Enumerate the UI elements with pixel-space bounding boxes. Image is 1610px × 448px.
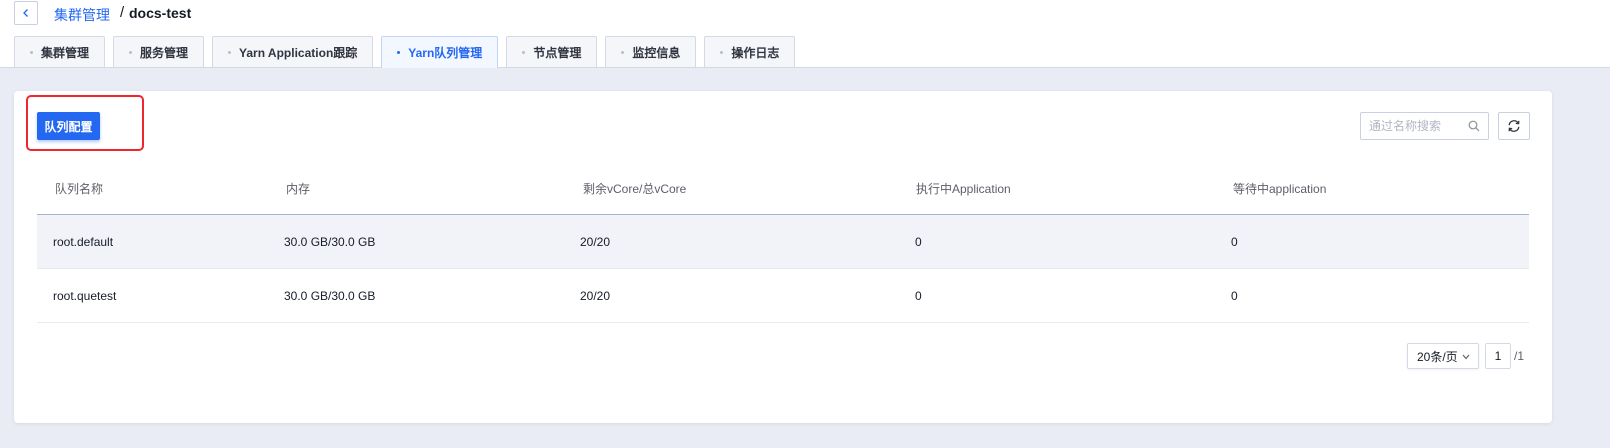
page-size-value: 20条/页 <box>1417 349 1458 364</box>
page-size-select[interactable]: 20条/页 <box>1407 343 1479 369</box>
tab-dot-icon <box>397 51 401 54</box>
tab-cluster-management[interactable]: 集群管理 <box>14 36 106 67</box>
cell-pending-apps: 0 <box>1231 289 1238 303</box>
chevron-left-icon <box>23 9 28 17</box>
queue-config-button[interactable]: 队列配置 <box>37 112 100 140</box>
table-row[interactable]: root.quetest 30.0 GB/30.0 GB 20/20 0 0 <box>37 269 1529 323</box>
cell-vcore: 20/20 <box>580 235 611 249</box>
tab-service-management[interactable]: 服务管理 <box>113 36 205 67</box>
tab-dot-icon <box>522 50 526 54</box>
refresh-icon <box>1508 120 1520 132</box>
tab-yarn-application-tracking[interactable]: Yarn Application跟踪 <box>212 36 374 67</box>
cell-queue-name: root.quetest <box>53 289 117 303</box>
tab-label: 集群管理 <box>41 45 90 60</box>
column-header-running-apps: 执行中Application <box>916 182 1011 196</box>
breadcrumb-separator: / <box>120 4 125 21</box>
tab-monitoring-info[interactable]: 监控信息 <box>605 36 697 67</box>
tab-dot-icon <box>720 50 724 54</box>
search-box <box>1360 112 1489 140</box>
tab-dot-icon <box>621 50 625 54</box>
tab-label: 监控信息 <box>632 45 681 60</box>
tab-node-management[interactable]: 节点管理 <box>506 36 598 67</box>
cell-queue-name: root.default <box>53 235 114 249</box>
tab-label: Yarn Application跟踪 <box>239 45 358 60</box>
breadcrumb-cluster-management[interactable]: 集群管理 <box>54 5 110 25</box>
search-input[interactable] <box>1361 113 1465 139</box>
tab-yarn-queue-management[interactable]: Yarn队列管理 <box>381 36 499 68</box>
table-row[interactable]: root.default 30.0 GB/30.0 GB 20/20 0 0 <box>37 215 1529 269</box>
chevron-down-icon <box>1462 354 1470 360</box>
cell-memory: 30.0 GB/30.0 GB <box>284 289 376 303</box>
tab-dot-icon <box>228 50 232 54</box>
column-header-queue-name: 队列名称 <box>55 182 104 196</box>
column-header-vcore: 剩余vCore/总vCore <box>583 182 687 196</box>
tab-label: Yarn队列管理 <box>408 46 483 60</box>
cell-vcore: 20/20 <box>580 289 611 303</box>
queue-table: 队列名称 内存 剩余vCore/总vCore 执行中Application 等待… <box>37 165 1529 323</box>
queue-card: 队列配置 队列名称 内存 剩余vCore/总vCore 执行中Applicati… <box>14 91 1552 423</box>
cell-running-apps: 0 <box>915 235 922 249</box>
column-header-pending-apps: 等待中application <box>1233 182 1327 196</box>
tab-label: 节点管理 <box>533 45 582 60</box>
search-icon[interactable] <box>1468 120 1480 132</box>
tab-operation-log[interactable]: 操作日志 <box>704 36 796 67</box>
column-header-memory: 内存 <box>286 182 311 196</box>
tab-label: 服务管理 <box>140 45 189 60</box>
table-header: 队列名称 内存 剩余vCore/总vCore 执行中Application 等待… <box>37 165 1529 215</box>
refresh-button[interactable] <box>1498 112 1530 140</box>
back-button[interactable] <box>14 1 38 25</box>
tab-dot-icon <box>129 50 133 54</box>
page-total: /1 <box>1514 349 1525 363</box>
header: 集群管理 / docs-test 集群管理 服务管理 Yarn Applicat… <box>0 0 1610 68</box>
cell-pending-apps: 0 <box>1231 235 1238 249</box>
tab-dot-icon <box>30 50 33 54</box>
tab-label: 操作日志 <box>731 45 780 60</box>
cell-memory: 30.0 GB/30.0 GB <box>284 235 376 249</box>
cell-running-apps: 0 <box>915 289 922 303</box>
page-number-input[interactable]: 1 <box>1485 343 1511 369</box>
tab-bar: 集群管理 服务管理 Yarn Application跟踪 Yarn队列管理 节点… <box>14 36 803 68</box>
breadcrumb-current-cluster: docs-test <box>129 5 192 21</box>
